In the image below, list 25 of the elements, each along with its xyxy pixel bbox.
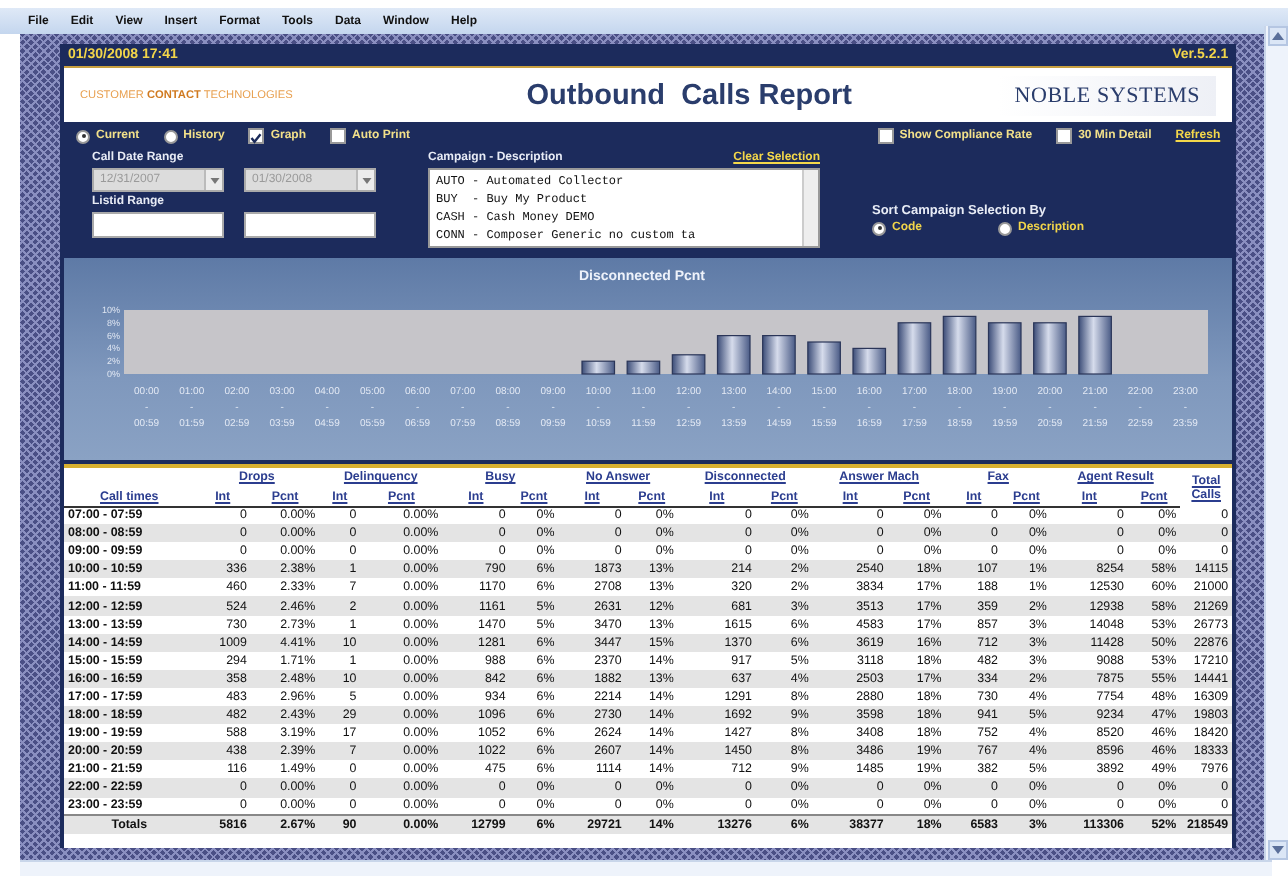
- scroll-arrow-icon[interactable]: [1267, 26, 1288, 46]
- radio-button[interactable]: [872, 221, 886, 235]
- bar: [987, 322, 1022, 375]
- bar: [671, 354, 706, 375]
- input-field[interactable]: [92, 212, 224, 238]
- bar: [762, 335, 796, 375]
- bar: [897, 322, 932, 375]
- bar: [852, 347, 887, 375]
- checkbox[interactable]: [330, 128, 347, 144]
- scroll-arrow-icon[interactable]: [1267, 840, 1288, 860]
- input-field[interactable]: [244, 212, 376, 238]
- bar: [716, 335, 751, 375]
- checkbox[interactable]: [1056, 128, 1073, 144]
- radio-button[interactable]: [163, 129, 178, 143]
- bar: [1033, 322, 1067, 375]
- report-title: Outbound Calls Report: [524, 79, 854, 111]
- bar: [807, 341, 841, 375]
- radio-button[interactable]: [76, 129, 90, 143]
- bar: [1078, 315, 1112, 375]
- bar: [626, 360, 661, 375]
- checkbox[interactable]: [248, 128, 265, 144]
- checkbox[interactable]: [877, 128, 894, 144]
- radio-button[interactable]: [998, 221, 1012, 235]
- bar: [942, 315, 977, 375]
- bar: [581, 360, 616, 375]
